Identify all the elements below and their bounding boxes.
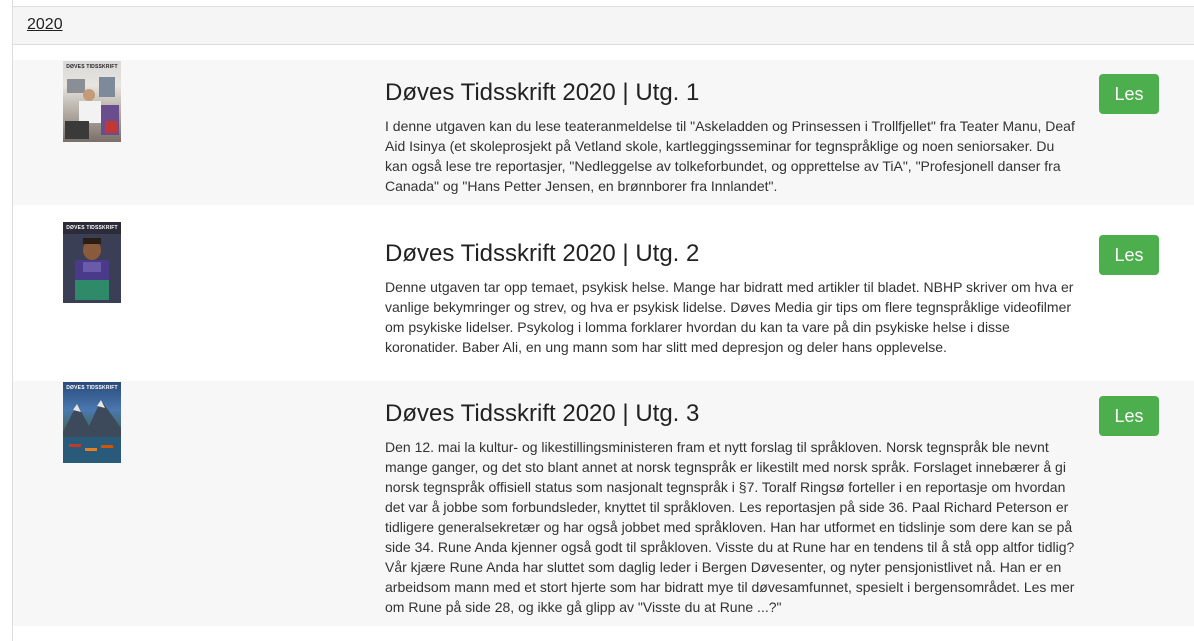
issue-description-2: Denne utgaven tar opp temaet, psykisk he… — [385, 279, 1074, 355]
issue-description-3: Den 12. mai la kultur- og likestillingsm… — [385, 439, 1075, 615]
issue-row-1: DØVES TIDSSKRIFT Døves Tidsskrift 2020 |… — [13, 60, 1194, 205]
read-button-3[interactable]: Les — [1099, 396, 1159, 436]
issue-cover-image-1[interactable]: DØVES TIDSSKRIFT — [63, 61, 121, 142]
issue-cover-image-3[interactable]: DØVES TIDSSKRIFT — [63, 382, 121, 463]
read-button-1[interactable]: Les — [1099, 74, 1159, 114]
issue-row-3: DØVES TIDSSKRIFT Døves Tidsskrift 2020 |… — [13, 381, 1194, 626]
year-panel-header: 2020 — [13, 6, 1194, 45]
year-panel: 2020 DØVES TIDSSKRIFT Døves Tidsskrift 2… — [12, 0, 1194, 641]
issue-description-1: I denne utgaven kan du lese teateranmeld… — [385, 118, 1075, 194]
issue-row-2: DØVES TIDSSKRIFT Døves Tidsskrift 2020 |… — [13, 205, 1194, 380]
issue-title-2[interactable]: Døves Tidsskrift 2020 | Utg. 2 — [385, 240, 699, 268]
cover-photo-2 — [63, 234, 121, 303]
issue-cover-image-2[interactable]: DØVES TIDSSKRIFT — [63, 222, 121, 303]
read-button-2[interactable]: Les — [1099, 235, 1159, 275]
cover-photo-1 — [65, 77, 119, 139]
year-heading-link[interactable]: 2020 — [27, 16, 63, 34]
issue-title-3[interactable]: Døves Tidsskrift 2020 | Utg. 3 — [385, 400, 699, 428]
cover-photo-3 — [63, 400, 121, 463]
issue-title-1[interactable]: Døves Tidsskrift 2020 | Utg. 1 — [385, 79, 699, 107]
